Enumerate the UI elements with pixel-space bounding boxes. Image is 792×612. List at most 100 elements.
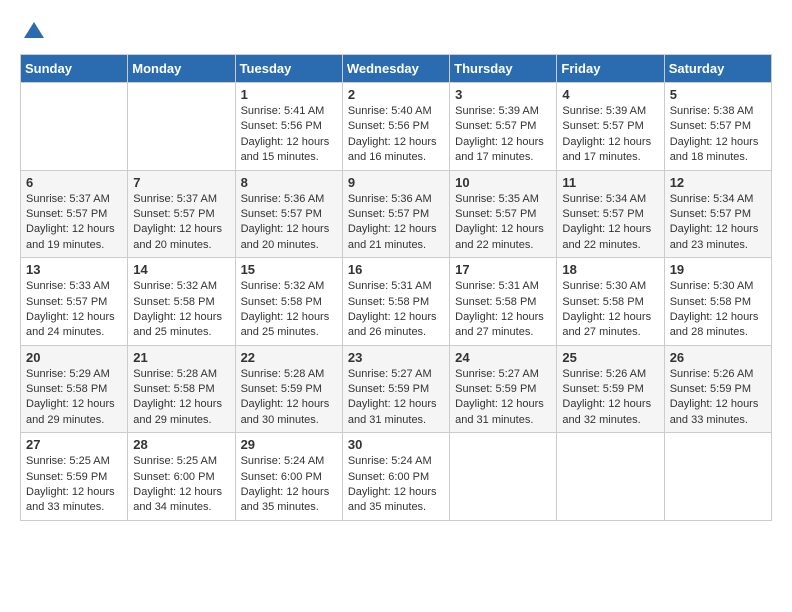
day-info: Sunrise: 5:26 AM Sunset: 5:59 PM Dayligh… [562,367,658,429]
day-info: Sunrise: 5:25 AM Sunset: 5:59 PM Dayligh… [26,454,122,516]
day-number: 13 [26,262,122,277]
calendar-cell: 28 Sunrise: 5:25 AM Sunset: 6:00 PM Dayli… [128,433,235,521]
day-info: Sunrise: 5:37 AM Sunset: 5:57 PM Dayligh… [133,192,229,254]
day-info: Sunrise: 5:37 AM Sunset: 5:57 PM Dayligh… [26,192,122,254]
calendar-cell: 20 Sunrise: 5:29 AM Sunset: 5:58 PM Dayli… [21,345,128,433]
calendar-cell: 25 Sunrise: 5:26 AM Sunset: 5:59 PM Dayli… [557,345,664,433]
day-number: 20 [26,350,122,365]
calendar-week-row: 27 Sunrise: 5:25 AM Sunset: 5:59 PM Dayli… [21,433,772,521]
calendar-cell: 9 Sunrise: 5:36 AM Sunset: 5:57 PM Daylig… [342,170,449,258]
day-number: 11 [562,175,658,190]
day-number: 30 [348,437,444,452]
day-number: 21 [133,350,229,365]
calendar-cell [664,433,771,521]
calendar-cell: 22 Sunrise: 5:28 AM Sunset: 5:59 PM Dayli… [235,345,342,433]
day-number: 7 [133,175,229,190]
calendar-cell: 8 Sunrise: 5:36 AM Sunset: 5:57 PM Daylig… [235,170,342,258]
calendar-cell: 6 Sunrise: 5:37 AM Sunset: 5:57 PM Daylig… [21,170,128,258]
day-info: Sunrise: 5:27 AM Sunset: 5:59 PM Dayligh… [348,367,444,429]
day-number: 22 [241,350,337,365]
day-number: 29 [241,437,337,452]
calendar-table: SundayMondayTuesdayWednesdayThursdayFrid… [20,54,772,521]
calendar-header-monday: Monday [128,55,235,83]
calendar-header-friday: Friday [557,55,664,83]
calendar-cell: 3Sunrise: 5:39 AM Sunset: 5:57 PM Daylig… [450,83,557,171]
calendar-cell: 16 Sunrise: 5:31 AM Sunset: 5:58 PM Dayli… [342,258,449,346]
day-info: Sunrise: 5:32 AM Sunset: 5:58 PM Dayligh… [241,279,337,341]
day-number: 26 [670,350,766,365]
day-info: Sunrise: 5:30 AM Sunset: 5:58 PM Dayligh… [562,279,658,341]
day-info: Sunrise: 5:36 AM Sunset: 5:57 PM Dayligh… [241,192,337,254]
calendar-cell: 26 Sunrise: 5:26 AM Sunset: 5:59 PM Dayli… [664,345,771,433]
calendar-cell: 24 Sunrise: 5:27 AM Sunset: 5:59 PM Dayli… [450,345,557,433]
day-number: 28 [133,437,229,452]
calendar-cell [450,433,557,521]
day-info: Sunrise: 5:25 AM Sunset: 6:00 PM Dayligh… [133,454,229,516]
day-info: Sunrise: 5:34 AM Sunset: 5:57 PM Dayligh… [670,192,766,254]
calendar-header-wednesday: Wednesday [342,55,449,83]
day-info: Sunrise: 5:26 AM Sunset: 5:59 PM Dayligh… [670,367,766,429]
day-number: 5 [670,87,766,102]
day-number: 8 [241,175,337,190]
day-number: 9 [348,175,444,190]
calendar-cell: 4 Sunrise: 5:39 AM Sunset: 5:57 PM Daylig… [557,83,664,171]
calendar-cell: 2 Sunrise: 5:40 AM Sunset: 5:56 PM Daylig… [342,83,449,171]
day-number: 24 [455,350,551,365]
day-info: Sunrise: 5:39 AM Sunset: 5:57 PM Dayligh… [562,104,658,166]
calendar-header-tuesday: Tuesday [235,55,342,83]
calendar-cell: 21Sunrise: 5:28 AM Sunset: 5:58 PM Dayli… [128,345,235,433]
day-info: Sunrise: 5:35 AM Sunset: 5:57 PM Dayligh… [455,192,551,254]
day-info: Sunrise: 5:32 AM Sunset: 5:58 PM Dayligh… [133,279,229,341]
calendar-week-row: 1Sunrise: 5:41 AM Sunset: 5:56 PM Daylig… [21,83,772,171]
day-number: 10 [455,175,551,190]
calendar-cell: 5 Sunrise: 5:38 AM Sunset: 5:57 PM Daylig… [664,83,771,171]
logo-icon [22,20,46,44]
day-number: 25 [562,350,658,365]
day-info: Sunrise: 5:31 AM Sunset: 5:58 PM Dayligh… [348,279,444,341]
day-info: Sunrise: 5:29 AM Sunset: 5:58 PM Dayligh… [26,367,122,429]
day-number: 19 [670,262,766,277]
day-number: 17 [455,262,551,277]
day-info: Sunrise: 5:27 AM Sunset: 5:59 PM Dayligh… [455,367,551,429]
logo [20,20,46,44]
calendar-cell: 30 Sunrise: 5:24 AM Sunset: 6:00 PM Dayli… [342,433,449,521]
calendar-header-sunday: Sunday [21,55,128,83]
day-number: 2 [348,87,444,102]
day-number: 14 [133,262,229,277]
calendar-cell [557,433,664,521]
calendar-cell: 10 Sunrise: 5:35 AM Sunset: 5:57 PM Dayli… [450,170,557,258]
calendar-cell [128,83,235,171]
calendar-cell: 12 Sunrise: 5:34 AM Sunset: 5:57 PM Dayli… [664,170,771,258]
day-number: 23 [348,350,444,365]
day-info: Sunrise: 5:24 AM Sunset: 6:00 PM Dayligh… [348,454,444,516]
calendar-cell: 27 Sunrise: 5:25 AM Sunset: 5:59 PM Dayli… [21,433,128,521]
calendar-cell: 7 Sunrise: 5:37 AM Sunset: 5:57 PM Daylig… [128,170,235,258]
calendar-cell: 1Sunrise: 5:41 AM Sunset: 5:56 PM Daylig… [235,83,342,171]
day-info: Sunrise: 5:39 AM Sunset: 5:57 PM Dayligh… [455,104,551,166]
day-info: Sunrise: 5:36 AM Sunset: 5:57 PM Dayligh… [348,192,444,254]
calendar-cell: 23 Sunrise: 5:27 AM Sunset: 5:59 PM Dayli… [342,345,449,433]
day-info: Sunrise: 5:33 AM Sunset: 5:57 PM Dayligh… [26,279,122,341]
calendar-week-row: 20 Sunrise: 5:29 AM Sunset: 5:58 PM Dayli… [21,345,772,433]
calendar-cell: 11 Sunrise: 5:34 AM Sunset: 5:57 PM Dayli… [557,170,664,258]
day-info: Sunrise: 5:34 AM Sunset: 5:57 PM Dayligh… [562,192,658,254]
calendar-cell: 15Sunrise: 5:32 AM Sunset: 5:58 PM Dayli… [235,258,342,346]
day-info: Sunrise: 5:28 AM Sunset: 5:59 PM Dayligh… [241,367,337,429]
calendar-header-thursday: Thursday [450,55,557,83]
calendar-cell: 14 Sunrise: 5:32 AM Sunset: 5:58 PM Dayli… [128,258,235,346]
day-number: 16 [348,262,444,277]
calendar-week-row: 13 Sunrise: 5:33 AM Sunset: 5:57 PM Dayli… [21,258,772,346]
day-number: 4 [562,87,658,102]
day-number: 6 [26,175,122,190]
day-info: Sunrise: 5:38 AM Sunset: 5:57 PM Dayligh… [670,104,766,166]
day-info: Sunrise: 5:30 AM Sunset: 5:58 PM Dayligh… [670,279,766,341]
day-number: 18 [562,262,658,277]
day-number: 12 [670,175,766,190]
calendar-cell: 17Sunrise: 5:31 AM Sunset: 5:58 PM Dayli… [450,258,557,346]
day-info: Sunrise: 5:24 AM Sunset: 6:00 PM Dayligh… [241,454,337,516]
day-number: 1 [241,87,337,102]
calendar-cell [21,83,128,171]
day-number: 27 [26,437,122,452]
day-info: Sunrise: 5:40 AM Sunset: 5:56 PM Dayligh… [348,104,444,166]
calendar-cell: 18 Sunrise: 5:30 AM Sunset: 5:58 PM Dayli… [557,258,664,346]
